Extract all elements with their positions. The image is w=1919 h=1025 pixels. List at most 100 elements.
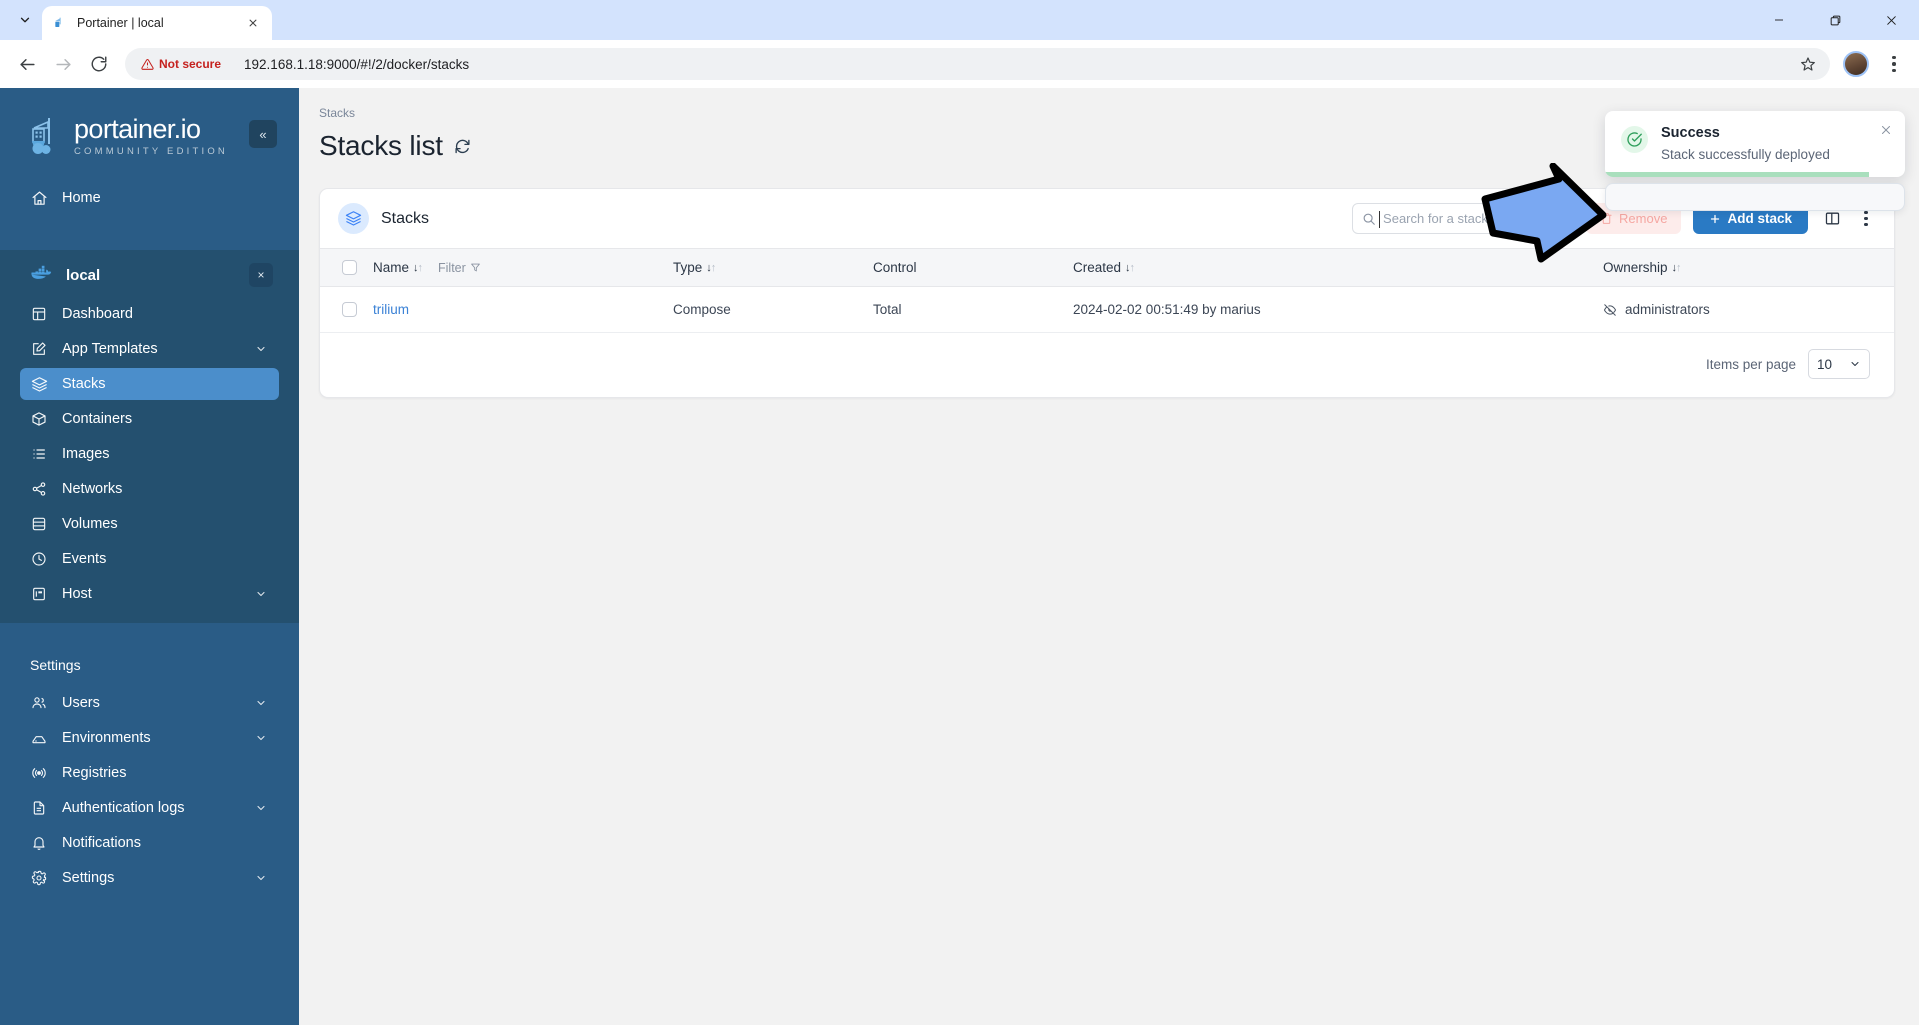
chevron-down-icon (255, 697, 267, 709)
sidebar-item-home[interactable]: Home (20, 182, 279, 214)
cell-name: trilium (365, 286, 665, 333)
column-header-control[interactable]: Control (865, 248, 1065, 287)
column-header-type[interactable]: Type ↓ ↑ (665, 248, 865, 287)
select-all-checkbox[interactable] (342, 260, 357, 276)
browser-menu-icon[interactable] (1879, 49, 1909, 79)
sidebar-item-environments[interactable]: Environments (20, 722, 279, 754)
minimize-icon[interactable] (1751, 0, 1807, 40)
toast-close-icon[interactable] (1878, 122, 1894, 138)
bookmark-star-icon[interactable] (1796, 52, 1820, 76)
refresh-icon[interactable] (453, 136, 473, 156)
gear-icon (30, 869, 48, 887)
address-bar[interactable]: Not secure 192.168.1.18:9000/#!/2/docker… (125, 48, 1830, 80)
column-header-created[interactable]: Created ↓ ↑ (1065, 248, 1595, 287)
cell-type: Compose (665, 286, 865, 333)
home-icon (30, 189, 48, 207)
maximize-icon[interactable] (1807, 0, 1863, 40)
app-root: portainer.io COMMUNITY EDITION « Home lo… (0, 88, 1919, 1025)
networks-share-icon (30, 480, 48, 498)
search-input[interactable] (1383, 211, 1565, 226)
chevron-down-icon (255, 802, 267, 814)
security-indicator[interactable]: Not secure (135, 54, 230, 74)
tab-search-icon[interactable] (8, 3, 42, 37)
environment-name: local (66, 266, 101, 284)
funnel-icon (470, 263, 480, 272)
containers-icon (30, 410, 48, 428)
stacks-table: Name ↓ ↑ Filter Type ↓ ↑ Control Created… (320, 248, 1894, 333)
column-label: Created (1073, 260, 1122, 275)
sidebar-item-volumes[interactable]: Volumes (20, 508, 279, 540)
environment-close-icon[interactable]: × (249, 263, 273, 287)
sidebar-collapse-button[interactable]: « (249, 120, 277, 148)
sidebar-item-label: Users (62, 695, 100, 711)
sidebar-item-label: Registries (62, 765, 127, 781)
sidebar-item-label: Networks (62, 481, 123, 497)
forward-icon[interactable] (46, 47, 80, 81)
sidebar-item-label: Dashboard (62, 306, 133, 322)
main-content: Stacks Stacks list Stacks Search for a s… (299, 88, 1919, 1025)
sidebar-item-label: App Templates (62, 341, 158, 357)
chevron-down-icon (1851, 361, 1859, 367)
browser-toolbar: Not secure 192.168.1.18:9000/#!/2/docker… (0, 40, 1919, 88)
sort-arrows-icon: ↓ ↑ (413, 261, 423, 274)
back-icon[interactable] (10, 47, 44, 81)
sidebar-item-registries[interactable]: Registries (20, 757, 279, 789)
sidebar-item-stacks[interactable]: Stacks (20, 368, 279, 400)
sidebar-logo[interactable]: portainer.io COMMUNITY EDITION « (0, 88, 299, 168)
warning-triangle-icon (141, 58, 154, 70)
column-header-ownership[interactable]: Ownership ↓ ↑ (1595, 248, 1894, 287)
sidebar-item-events[interactable]: Events (20, 543, 279, 575)
search-box[interactable] (1352, 203, 1575, 234)
column-header-name[interactable]: Name ↓ ↑ Filter (365, 248, 665, 287)
sidebar-item-notifications[interactable]: Notifications (20, 827, 279, 859)
stack-name-link[interactable]: trilium (373, 302, 409, 317)
table-body: trilium Compose Total 2024-02-02 00:51:4… (320, 286, 1894, 333)
table-row[interactable]: trilium Compose Total 2024-02-02 00:51:4… (320, 286, 1894, 333)
cell-control: Total (865, 286, 1065, 333)
sidebar-item-host[interactable]: Host (20, 578, 279, 610)
sidebar-item-images[interactable]: Images (20, 438, 279, 470)
images-list-icon (30, 445, 48, 463)
window-close-icon[interactable] (1863, 0, 1919, 40)
stacks-card: Stacks Remove Add stack (319, 188, 1895, 398)
window-controls (1751, 0, 1919, 40)
toast-stack: Success Stack successfully deployed (1605, 111, 1905, 211)
template-edit-icon (30, 340, 48, 358)
security-label: Not secure (159, 57, 222, 71)
sidebar-item-label: Containers (62, 411, 133, 427)
profile-avatar[interactable] (1843, 51, 1869, 77)
cell-ownership: administrators (1595, 286, 1894, 333)
environments-server-icon (30, 729, 48, 747)
column-label: Ownership (1603, 260, 1668, 275)
sidebar-item-app-templates[interactable]: App Templates (20, 333, 279, 365)
plus-icon (1711, 214, 1720, 223)
filter-label: Filter (438, 260, 466, 275)
sidebar-item-label: Host (62, 586, 92, 602)
reload-icon[interactable] (82, 47, 116, 81)
sidebar-item-authentication-logs[interactable]: Authentication logs (20, 792, 279, 824)
chevron-down-icon (255, 732, 267, 744)
environment-section: local × Dashboard App Templates Stacks C… (0, 250, 299, 623)
sidebar-item-dashboard[interactable]: Dashboard (20, 298, 279, 330)
sort-arrows-icon: ↓ ↑ (1125, 261, 1135, 274)
tab-close-icon[interactable] (244, 14, 262, 32)
sidebar-item-label: Images (62, 446, 110, 462)
row-select-cell (320, 286, 365, 333)
sidebar-item-settings[interactable]: Settings (20, 862, 279, 894)
sidebar-item-label: Authentication logs (62, 800, 185, 816)
chevron-down-icon (255, 343, 267, 355)
secondary-toast[interactable] (1605, 183, 1905, 211)
row-checkbox[interactable] (342, 302, 357, 318)
bell-icon (30, 834, 48, 852)
filter-control[interactable]: Filter (438, 261, 481, 275)
sidebar-item-containers[interactable]: Containers (20, 403, 279, 435)
check-circle-icon (1621, 126, 1648, 153)
browser-tab[interactable]: Portainer | local (42, 6, 272, 40)
sort-arrows-icon: ↓ ↑ (1671, 261, 1682, 274)
items-per-page-select[interactable]: 10 (1808, 349, 1870, 379)
success-toast[interactable]: Success Stack successfully deployed (1605, 111, 1905, 177)
sidebar-item-users[interactable]: Users (20, 687, 279, 719)
environment-header[interactable]: local × (20, 258, 279, 292)
sidebar-item-networks[interactable]: Networks (20, 473, 279, 505)
portainer-logo-icon (26, 114, 66, 158)
